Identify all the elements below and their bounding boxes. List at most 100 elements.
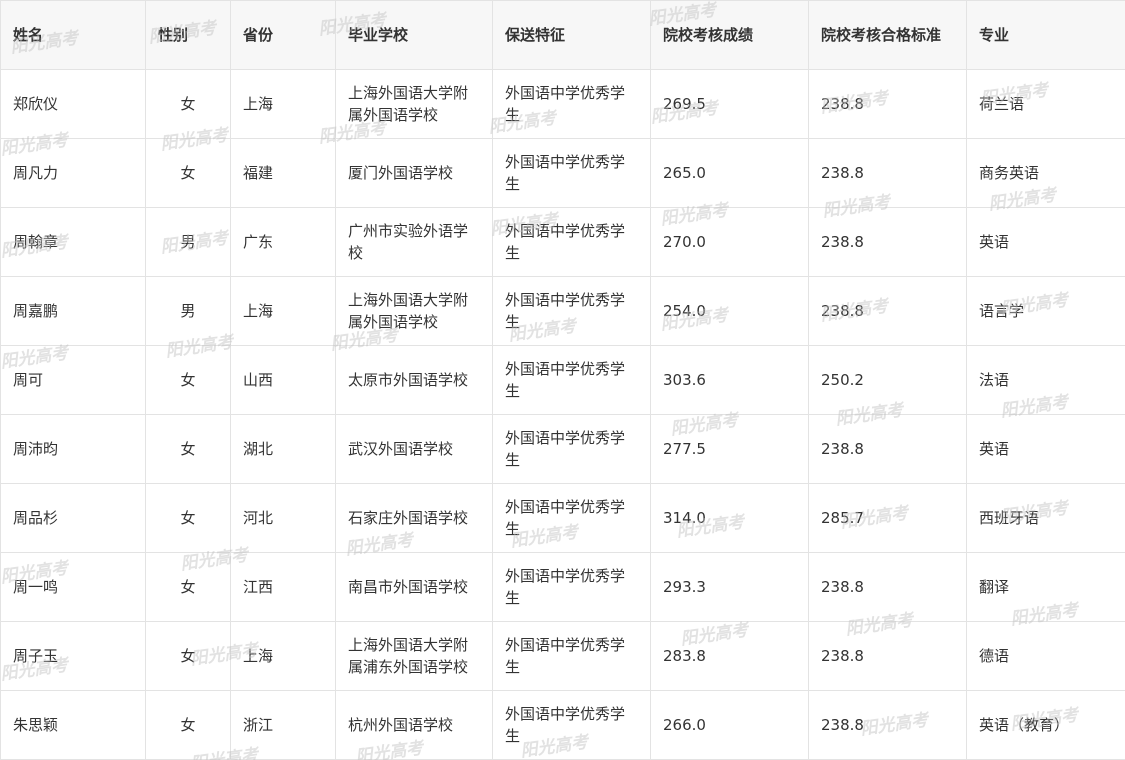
cell-province: 浙江 xyxy=(230,690,336,760)
cell-school: 上海外国语大学附属外国语学校 xyxy=(335,69,493,139)
cell-feature: 外国语中学优秀学生 xyxy=(492,207,651,277)
cell-gender: 女 xyxy=(145,552,231,622)
cell-school: 南昌市外国语学校 xyxy=(335,552,493,622)
cell-name: 周品杉 xyxy=(0,483,146,553)
cell-gender: 女 xyxy=(145,690,231,760)
table-row: 周凡力女福建 厦门外国语学校 外国语中学优秀学生 265.0 238.8 商务英语 xyxy=(0,138,1125,208)
header-feature: 保送特征 xyxy=(492,0,651,70)
cell-school: 厦门外国语学校 xyxy=(335,138,493,208)
table-row: 周一鸣女江西 南昌市外国语学校 外国语中学优秀学生 293.3 238.8 翻译 xyxy=(0,552,1125,622)
cell-province: 广东 xyxy=(230,207,336,277)
cell-standard: 238.8 xyxy=(808,690,967,760)
cell-standard: 238.8 xyxy=(808,552,967,622)
cell-score: 277.5 xyxy=(650,414,809,484)
cell-major: 荷兰语 xyxy=(966,69,1125,139)
header-school: 毕业学校 xyxy=(335,0,493,70)
table-row: 周可女山西 太原市外国语学校 外国语中学优秀学生 303.6 250.2 法语 xyxy=(0,345,1125,415)
cell-major: 商务英语 xyxy=(966,138,1125,208)
cell-feature: 外国语中学优秀学生 xyxy=(492,345,651,415)
cell-province: 福建 xyxy=(230,138,336,208)
cell-standard: 285.7 xyxy=(808,483,967,553)
header-province: 省份 xyxy=(230,0,336,70)
cell-score: 254.0 xyxy=(650,276,809,346)
cell-feature: 外国语中学优秀学生 xyxy=(492,483,651,553)
cell-standard: 238.8 xyxy=(808,138,967,208)
cell-score: 265.0 xyxy=(650,138,809,208)
header-row: 姓名 性别 省份 毕业学校 保送特征 院校考核成绩 院校考核合格标准 专业 xyxy=(0,0,1125,70)
cell-score: 266.0 xyxy=(650,690,809,760)
cell-school: 上海外国语大学附属外国语学校 xyxy=(335,276,493,346)
cell-major: 翻译 xyxy=(966,552,1125,622)
table-row: 周沛昀女湖北 武汉外国语学校 外国语中学优秀学生 277.5 238.8 英语 xyxy=(0,414,1125,484)
header-gender: 性别 xyxy=(145,0,231,70)
cell-feature: 外国语中学优秀学生 xyxy=(492,414,651,484)
cell-major: 英语 xyxy=(966,414,1125,484)
table-row: 周嘉鹏男上海 上海外国语大学附属外国语学校 外国语中学优秀学生 254.0 238.8 语… xyxy=(0,276,1125,346)
cell-province: 湖北 xyxy=(230,414,336,484)
cell-school: 石家庄外国语学校 xyxy=(335,483,493,553)
cell-gender: 女 xyxy=(145,414,231,484)
cell-standard: 238.8 xyxy=(808,414,967,484)
cell-province: 江西 xyxy=(230,552,336,622)
cell-score: 293.3 xyxy=(650,552,809,622)
table-row: 周翰章男广东 广州市实验外语学校 外国语中学优秀学生 270.0 238.8 英语 xyxy=(0,207,1125,277)
cell-name: 周可 xyxy=(0,345,146,415)
cell-gender: 女 xyxy=(145,138,231,208)
cell-major: 英语 xyxy=(966,207,1125,277)
cell-gender: 男 xyxy=(145,276,231,346)
table-row: 朱思颖女浙江 杭州外国语学校 外国语中学优秀学生 266.0 238.8 英语（教育） xyxy=(0,690,1125,760)
cell-province: 上海 xyxy=(230,276,336,346)
cell-name: 朱思颖 xyxy=(0,690,146,760)
table-row: 周子玉女上海 上海外国语大学附属浦东外国语学校 外国语中学优秀学生 283.8 238.… xyxy=(0,621,1125,691)
cell-school: 武汉外国语学校 xyxy=(335,414,493,484)
cell-name: 周子玉 xyxy=(0,621,146,691)
cell-score: 269.5 xyxy=(650,69,809,139)
cell-province: 河北 xyxy=(230,483,336,553)
header-standard: 院校考核合格标准 xyxy=(808,0,967,70)
cell-feature: 外国语中学优秀学生 xyxy=(492,690,651,760)
cell-score: 270.0 xyxy=(650,207,809,277)
admission-table: 姓名 性别 省份 毕业学校 保送特征 院校考核成绩 院校考核合格标准 专业 郑欣… xyxy=(0,0,1125,760)
cell-standard: 238.8 xyxy=(808,621,967,691)
cell-feature: 外国语中学优秀学生 xyxy=(492,138,651,208)
cell-score: 283.8 xyxy=(650,621,809,691)
cell-major: 西班牙语 xyxy=(966,483,1125,553)
cell-school: 杭州外国语学校 xyxy=(335,690,493,760)
cell-feature: 外国语中学优秀学生 xyxy=(492,69,651,139)
header-major: 专业 xyxy=(966,0,1125,70)
cell-name: 周沛昀 xyxy=(0,414,146,484)
table-row: 郑欣仪女上海 上海外国语大学附属外国语学校 外国语中学优秀学生 269.5 238.8 荷… xyxy=(0,69,1125,139)
cell-name: 周一鸣 xyxy=(0,552,146,622)
table-header: 姓名 性别 省份 毕业学校 保送特征 院校考核成绩 院校考核合格标准 专业 xyxy=(0,0,1125,70)
cell-standard: 238.8 xyxy=(808,207,967,277)
cell-province: 上海 xyxy=(230,69,336,139)
table-body: 郑欣仪女上海 上海外国语大学附属外国语学校 外国语中学优秀学生 269.5 238.8 荷… xyxy=(0,69,1125,760)
cell-gender: 女 xyxy=(145,69,231,139)
cell-name: 周翰章 xyxy=(0,207,146,277)
cell-feature: 外国语中学优秀学生 xyxy=(492,276,651,346)
header-score: 院校考核成绩 xyxy=(650,0,809,70)
cell-score: 303.6 xyxy=(650,345,809,415)
table-row: 周品杉女河北 石家庄外国语学校 外国语中学优秀学生 314.0 285.7 西班牙语 xyxy=(0,483,1125,553)
cell-major: 法语 xyxy=(966,345,1125,415)
cell-major: 德语 xyxy=(966,621,1125,691)
cell-name: 周嘉鹏 xyxy=(0,276,146,346)
cell-standard: 250.2 xyxy=(808,345,967,415)
cell-standard: 238.8 xyxy=(808,69,967,139)
cell-school: 上海外国语大学附属浦东外国语学校 xyxy=(335,621,493,691)
cell-gender: 女 xyxy=(145,483,231,553)
cell-standard: 238.8 xyxy=(808,276,967,346)
cell-name: 郑欣仪 xyxy=(0,69,146,139)
cell-major: 英语（教育） xyxy=(966,690,1125,760)
cell-score: 314.0 xyxy=(650,483,809,553)
cell-province: 上海 xyxy=(230,621,336,691)
cell-school: 广州市实验外语学校 xyxy=(335,207,493,277)
cell-gender: 女 xyxy=(145,621,231,691)
cell-major: 语言学 xyxy=(966,276,1125,346)
cell-feature: 外国语中学优秀学生 xyxy=(492,552,651,622)
cell-name: 周凡力 xyxy=(0,138,146,208)
cell-gender: 女 xyxy=(145,345,231,415)
cell-feature: 外国语中学优秀学生 xyxy=(492,621,651,691)
cell-gender: 男 xyxy=(145,207,231,277)
header-name: 姓名 xyxy=(0,0,146,70)
